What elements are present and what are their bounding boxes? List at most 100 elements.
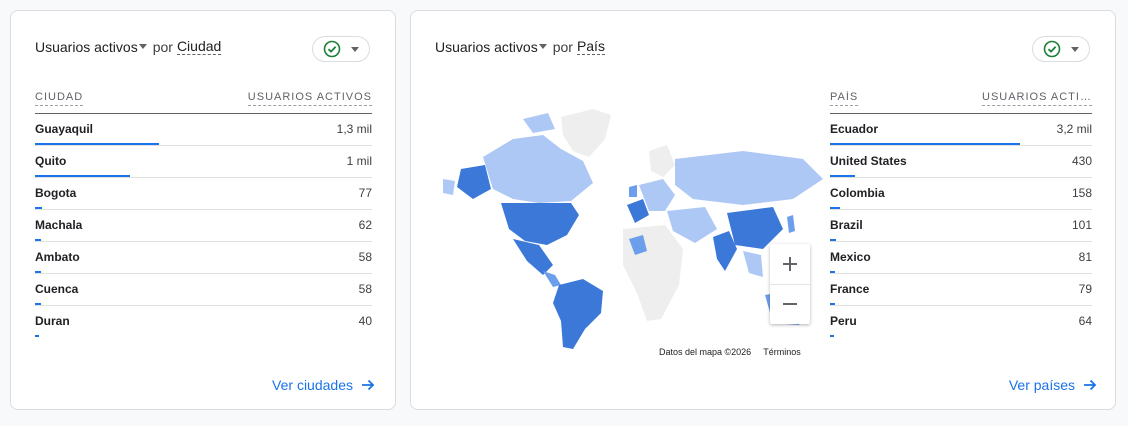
view-cities-link[interactable]: Ver ciudades (272, 377, 375, 393)
row-share-bar (830, 239, 837, 241)
table-row[interactable]: Colombia 158 (830, 178, 1092, 210)
map-region-southeast-asia (743, 251, 763, 277)
row-value: 64 (1078, 313, 1092, 328)
row-label: Brazil (830, 217, 863, 232)
row-label: Quito (35, 153, 67, 168)
status-dropdown-button[interactable] (1032, 36, 1090, 62)
row-label: Cuenca (35, 281, 79, 296)
por-label: por (552, 38, 573, 55)
country-card-title: Usuarios activos por País (435, 38, 605, 55)
row-value: 58 (358, 249, 372, 264)
arrow-right-icon (362, 379, 375, 391)
map-terms-link[interactable]: Términos (763, 347, 801, 357)
map-region-middle-east (667, 207, 717, 243)
column-header-active-users[interactable]: USUARIOS ACTIVOS (982, 91, 1092, 106)
table-row[interactable]: Ecuador 3,2 mil (830, 114, 1092, 146)
world-map[interactable]: Datos del mapa ©2026 Términos (443, 99, 833, 361)
row-label: Bogota (35, 185, 77, 200)
city-table: CIUDAD USUARIOS ACTIVOS Guayaquil 1,3 mil… (35, 83, 372, 337)
row-value: 40 (358, 313, 372, 328)
map-region-central-america (543, 271, 561, 287)
por-label: por (152, 38, 173, 55)
row-share-bar (35, 271, 41, 273)
zoom-in-button[interactable] (770, 244, 810, 285)
arrow-right-icon (1084, 379, 1097, 391)
metric-dropdown-icon[interactable] (538, 44, 547, 49)
table-row[interactable]: Duran 40 (35, 306, 372, 337)
row-share-bar (830, 175, 856, 177)
map-region-arctic-islands (523, 113, 555, 133)
map-credit: Datos del mapa ©2026 Términos (655, 346, 805, 358)
table-row[interactable]: Guayaquil 1,3 mil (35, 114, 372, 146)
table-row[interactable]: Peru 64 (830, 306, 1092, 337)
country-table: PAÍS USUARIOS ACTIVOS Ecuador 3,2 mil Unit… (830, 83, 1092, 337)
metric-selector[interactable]: Usuarios activos (435, 39, 538, 55)
table-row[interactable]: Ambato 58 (35, 242, 372, 274)
row-share-bar (35, 207, 43, 209)
map-region-scandinavia (649, 145, 675, 177)
zoom-out-button[interactable] (770, 284, 810, 324)
city-card-title: Usuarios activos por Ciudad (35, 38, 222, 55)
row-value: 79 (1078, 281, 1092, 296)
table-row[interactable]: France 79 (830, 274, 1092, 306)
metric-dropdown-icon[interactable] (138, 44, 147, 49)
table-row[interactable]: Mexico 81 (830, 242, 1092, 274)
row-share-bar (830, 143, 1020, 145)
map-region-russia (675, 151, 823, 205)
row-value: 158 (1071, 185, 1092, 200)
table-header: PAÍS USUARIOS ACTIVOS (830, 83, 1092, 114)
check-circle-icon (323, 40, 341, 58)
row-value: 77 (358, 185, 372, 200)
row-value: 3,2 mil (1056, 121, 1092, 136)
chevron-down-icon (351, 46, 359, 52)
country-card: Usuarios activos por País Datos del mapa… (410, 10, 1116, 410)
map-region-south-america (553, 279, 603, 349)
row-share-bar (35, 303, 41, 305)
map-region-china (727, 207, 783, 249)
row-share-bar (830, 271, 835, 273)
map-region-united-states (501, 203, 579, 245)
map-region-alaska (457, 165, 491, 199)
map-region-united-kingdom (629, 185, 637, 197)
row-share-bar (35, 175, 131, 177)
chevron-down-icon (1071, 46, 1079, 52)
row-share-bar (830, 303, 835, 305)
row-label: United States (830, 153, 907, 168)
table-row[interactable]: Brazil 101 (830, 210, 1092, 242)
plus-icon (783, 257, 797, 271)
row-value: 1 mil (346, 153, 372, 168)
dimension-selector-country[interactable]: País (576, 38, 605, 55)
row-share-bar (35, 143, 159, 145)
map-region-pacific-edge (443, 179, 455, 195)
table-row[interactable]: Quito 1 mil (35, 146, 372, 178)
city-card: Usuarios activos por Ciudad CIUDAD USUAR… (10, 10, 396, 410)
map-region-greenland (561, 109, 611, 157)
dimension-selector-city[interactable]: Ciudad (176, 38, 222, 55)
status-dropdown-button[interactable] (312, 36, 370, 62)
column-header-country[interactable]: PAÍS (830, 91, 859, 106)
map-region-japan (787, 215, 795, 233)
table-row[interactable]: United States 430 (830, 146, 1092, 178)
row-value: 430 (1071, 153, 1092, 168)
column-header-city[interactable]: CIUDAD (35, 91, 84, 106)
row-value: 58 (358, 281, 372, 296)
row-share-bar (830, 207, 840, 209)
map-zoom-controls (770, 244, 810, 324)
check-circle-icon (1043, 40, 1061, 58)
minus-icon (783, 303, 797, 305)
row-label: Peru (830, 313, 857, 328)
row-label: Ambato (35, 249, 80, 264)
row-value: 62 (358, 217, 372, 232)
view-countries-link[interactable]: Ver países (1009, 377, 1097, 393)
row-value: 81 (1078, 249, 1092, 264)
row-label: Machala (35, 217, 83, 232)
table-row[interactable]: Bogota 77 (35, 178, 372, 210)
metric-selector[interactable]: Usuarios activos (35, 39, 138, 55)
table-row[interactable]: Cuenca 58 (35, 274, 372, 306)
column-header-active-users[interactable]: USUARIOS ACTIVOS (247, 91, 372, 106)
table-row[interactable]: Machala 62 (35, 210, 372, 242)
row-label: Duran (35, 313, 70, 328)
row-label: Ecuador (830, 121, 879, 136)
table-header: CIUDAD USUARIOS ACTIVOS (35, 83, 372, 114)
row-value: 101 (1071, 217, 1092, 232)
